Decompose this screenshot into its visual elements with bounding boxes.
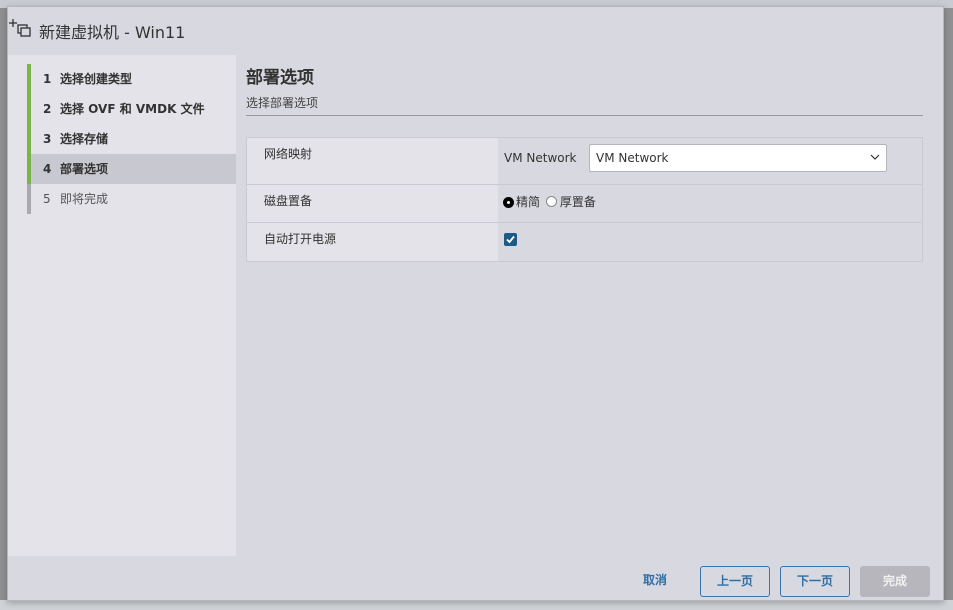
auto-power-on-checkbox[interactable] [504, 233, 517, 246]
step-number: 3 [43, 132, 52, 146]
dialog-titlebar: 新建虚拟机 - Win11 [8, 7, 943, 53]
next-button[interactable]: 下一页 [780, 566, 850, 597]
step-select-storage[interactable]: 3 选择存储 [27, 124, 236, 154]
step-ready-to-complete[interactable]: 5 即将完成 [27, 184, 236, 214]
step-label: 部署选项 [60, 162, 109, 176]
auto-power-on-row: 自动打开电源 [247, 223, 922, 261]
step-label: 选择创建类型 [60, 72, 133, 86]
step-number: 4 [43, 162, 52, 176]
options-grid: 网络映射 VM Network VM Network 磁盘置备 精简 厚置备 自… [246, 137, 923, 262]
auto-power-on-label: 自动打开电源 [247, 223, 498, 261]
header-divider [246, 115, 923, 116]
network-select[interactable]: VM Network [589, 144, 887, 172]
step-progress-bar [27, 94, 31, 124]
auto-power-on-value [498, 223, 922, 261]
step-label: 即将完成 [60, 192, 109, 206]
step-progress-bar [27, 124, 31, 154]
thick-radio[interactable] [545, 196, 557, 207]
network-mapping-row: 网络映射 VM Network VM Network [247, 138, 922, 185]
new-vm-icon [9, 17, 31, 39]
page-title: 部署选项 [246, 68, 314, 88]
step-select-creation-type[interactable]: 1 选择创建类型 [27, 64, 236, 94]
step-deployment-options[interactable]: 4 部署选项 [27, 154, 236, 184]
step-progress-bar [27, 184, 31, 214]
dialog-footer: 取消 上一页 下一页 完成 [8, 556, 943, 602]
thin-radio-label[interactable]: 精简 [516, 195, 540, 209]
network-select-value: VM Network [596, 151, 669, 165]
step-number: 1 [43, 72, 52, 86]
source-network-label: VM Network [504, 151, 577, 165]
finish-button[interactable]: 完成 [860, 566, 930, 597]
step-number: 2 [43, 102, 52, 116]
network-mapping-value: VM Network VM Network [498, 138, 922, 184]
step-select-ovf-vmdk[interactable]: 2 选择 OVF 和 VMDK 文件 [27, 94, 236, 124]
wizard-steps: 1 选择创建类型 2 选择 OVF 和 VMDK 文件 3 选择存储 4 部署选项 5即… [8, 55, 236, 556]
disk-provisioning-row: 磁盘置备 精简 厚置备 [247, 185, 922, 223]
network-mapping-label: 网络映射 [247, 138, 498, 184]
step-label: 选择 OVF 和 VMDK 文件 [60, 102, 205, 116]
step-progress-bar [27, 64, 31, 94]
back-button[interactable]: 上一页 [700, 566, 770, 597]
step-label: 选择存储 [60, 132, 109, 146]
dialog-title: 新建虚拟机 - Win11 [39, 23, 186, 42]
page-subtitle: 选择部署选项 [246, 96, 319, 110]
disk-provisioning-value: 精简 厚置备 [498, 185, 922, 222]
cancel-button[interactable]: 取消 [622, 566, 688, 597]
new-vm-dialog: 新建虚拟机 - Win11 1 选择创建类型 2 选择 OVF 和 VMDK 文件 … [7, 6, 944, 601]
thin-radio[interactable] [504, 198, 513, 207]
disk-provisioning-radio-group: 精简 厚置备 [504, 193, 598, 210]
step-number: 5 [43, 192, 51, 206]
disk-provisioning-label: 磁盘置备 [247, 185, 498, 222]
chevron-down-icon [870, 145, 880, 180]
thick-radio-label[interactable]: 厚置备 [560, 195, 596, 209]
step-progress-bar [27, 154, 31, 184]
